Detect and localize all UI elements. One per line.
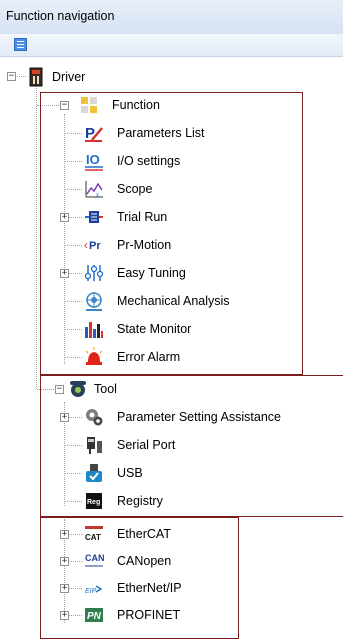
panel-titlebar: Function navigation (0, 0, 343, 34)
fieldbus-group-highlight (40, 517, 239, 639)
tree-node-driver[interactable]: − Driver (0, 64, 200, 90)
driver-icon (29, 67, 43, 87)
panel-toolbar (0, 34, 343, 57)
list-view-icon[interactable] (14, 38, 27, 51)
collapse-icon[interactable]: − (7, 72, 16, 81)
function-tree: − Driver − Function P Parameters List IO… (0, 57, 343, 639)
function-group-highlight (40, 92, 303, 375)
tree-node-label: Driver (52, 70, 86, 84)
panel-title: Function navigation (6, 9, 115, 23)
tool-group-highlight (40, 375, 343, 517)
